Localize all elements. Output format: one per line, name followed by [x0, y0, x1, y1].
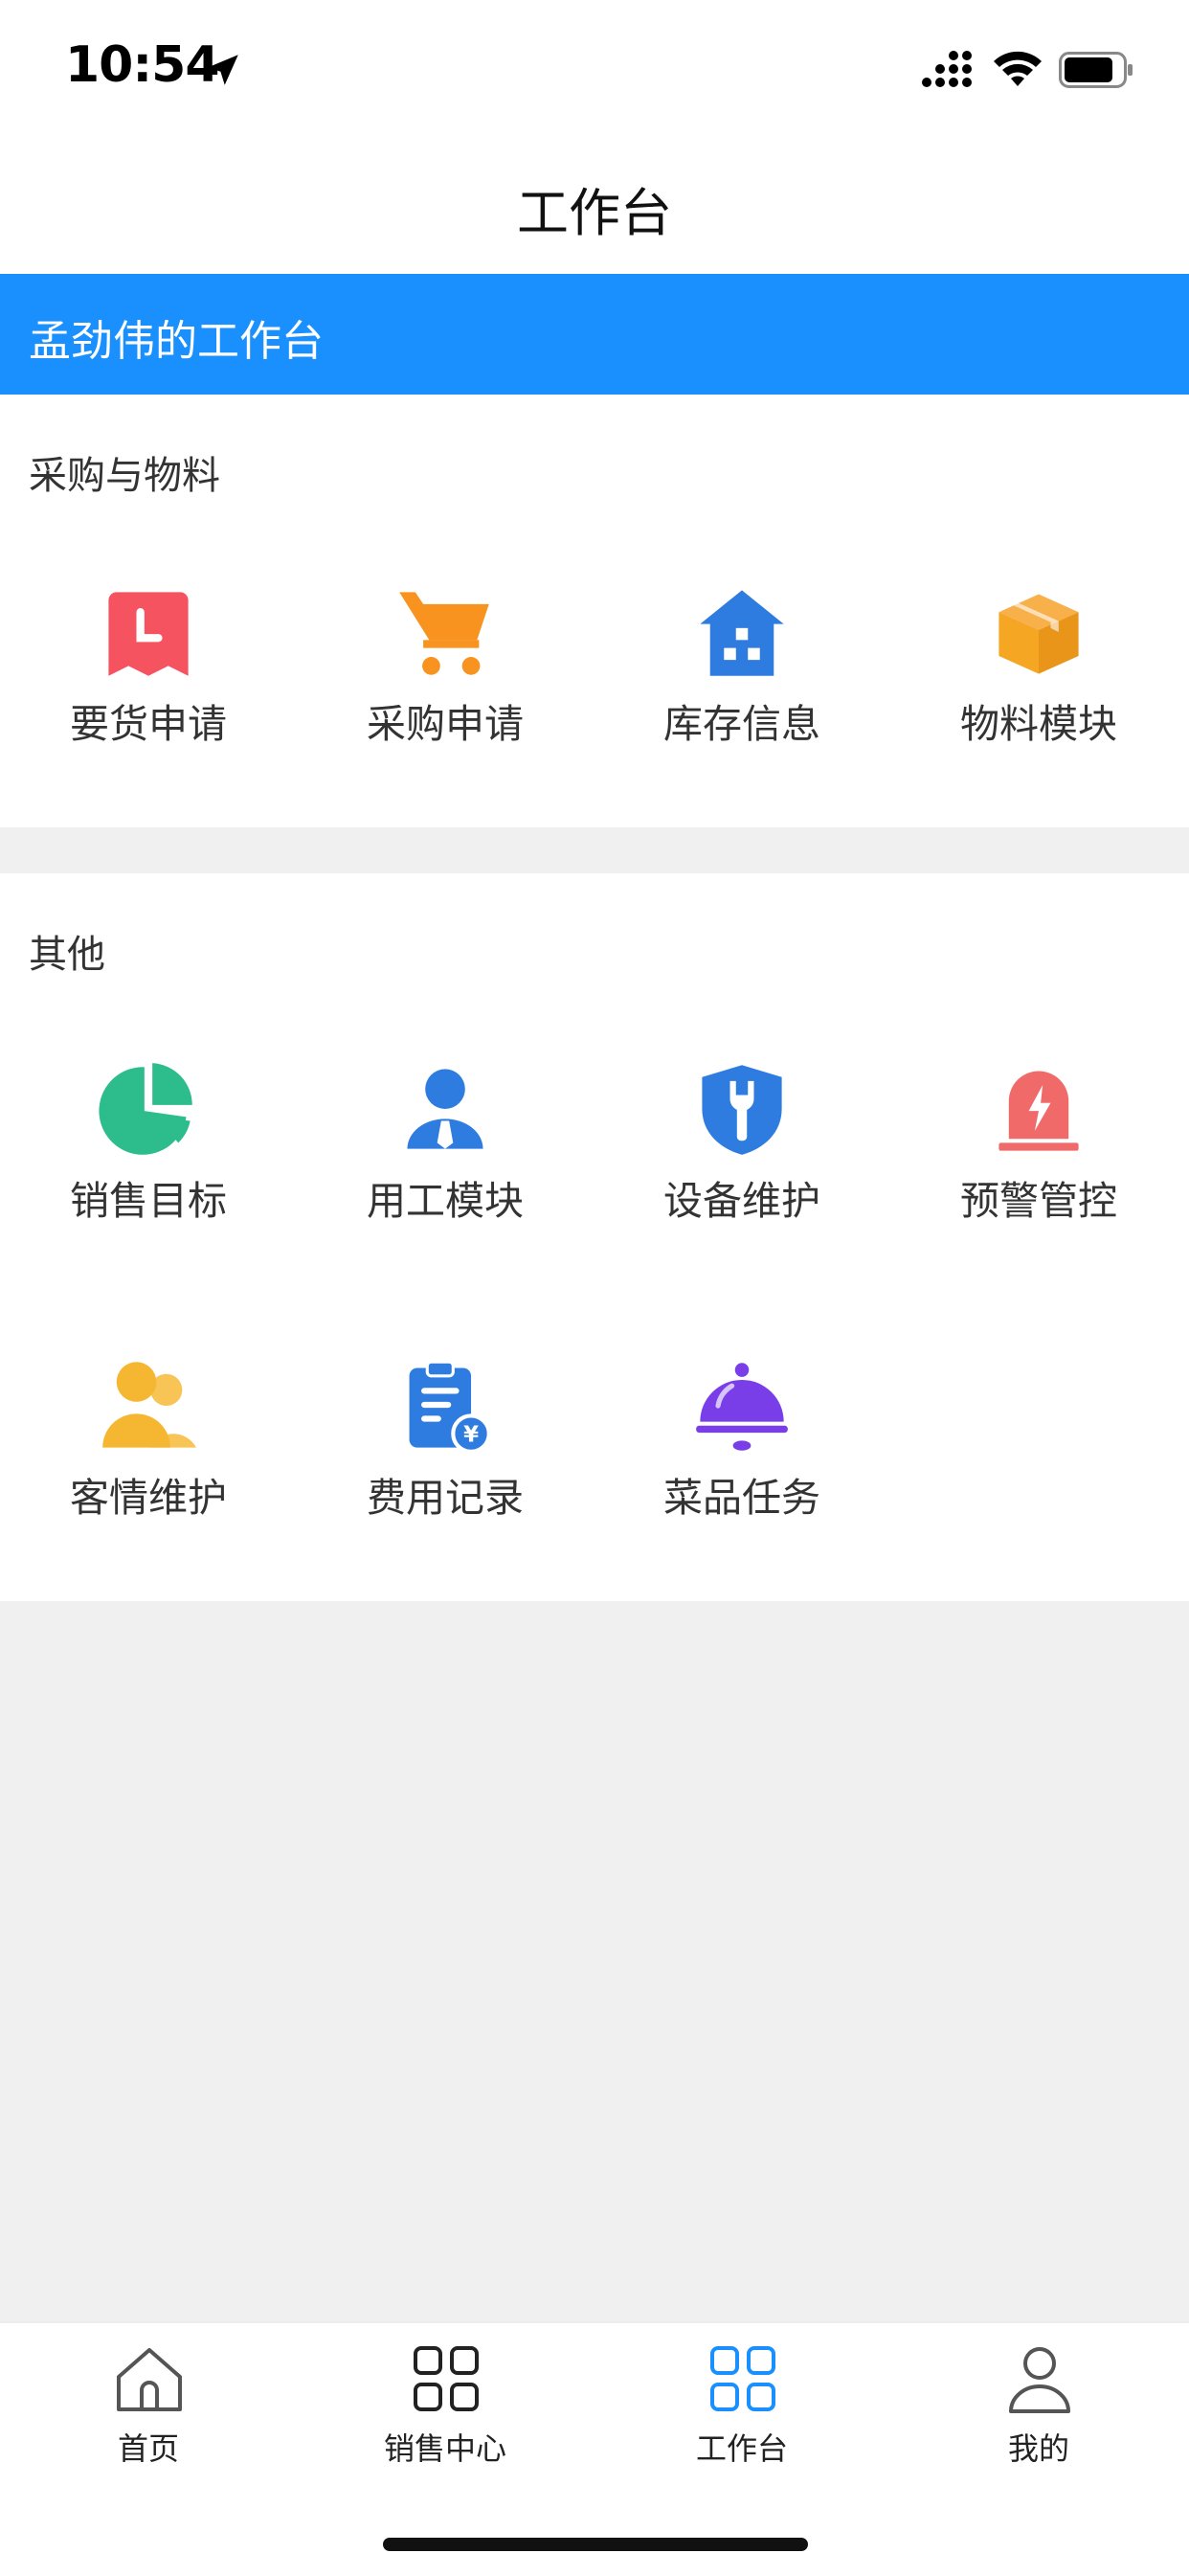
menu-item-label: 用工模块: [367, 1178, 524, 1224]
home-icon: [117, 2348, 182, 2411]
tab-sales-center[interactable]: 销售中心: [297, 2342, 594, 2476]
wifi-icon: [994, 51, 1042, 86]
grid-icon: [710, 2346, 775, 2411]
menu-item-materials[interactable]: 物料模块: [890, 582, 1187, 755]
menu-item-label: 要货申请: [70, 701, 227, 747]
battery-icon: [1059, 52, 1133, 88]
section-title: 其他: [29, 933, 105, 977]
worker-icon: [407, 1069, 483, 1149]
tab-workbench[interactable]: 工作台: [594, 2342, 890, 2476]
workbench-banner: 孟劲伟的工作台: [0, 274, 1189, 395]
bookmark-clock-icon: [108, 592, 189, 676]
menu-item-sales-target[interactable]: 销售目标: [0, 1059, 297, 1232]
home-indicator: [383, 2538, 808, 2551]
expense-clipboard-icon: ¥: [409, 1360, 491, 1454]
menu-item-label: 设备维护: [663, 1178, 820, 1224]
location-arrow-icon: [208, 55, 238, 85]
menu-item-label: 销售目标: [70, 1178, 227, 1224]
cellular-signal-icon: [922, 51, 972, 87]
customers-icon: [102, 1362, 196, 1448]
page-title: 工作台: [517, 183, 672, 243]
menu-item-alert-control[interactable]: 预警管控: [890, 1059, 1187, 1232]
status-time: 10:54: [65, 36, 220, 94]
section-purchase-materials: 采购与物料 要货申请 采购申请 库存信息 物料模块: [0, 395, 1189, 827]
tab-home[interactable]: 首页: [0, 2342, 297, 2476]
navigation-bar: 工作台: [0, 134, 1189, 274]
menu-item-label: 预警管控: [960, 1178, 1117, 1224]
menu-item-label: 费用记录: [367, 1475, 524, 1521]
user-icon: [1009, 2347, 1070, 2413]
menu-item-expense-record[interactable]: ¥ 费用记录: [297, 1356, 594, 1528]
menu-item-labor[interactable]: 用工模块: [297, 1059, 594, 1232]
menu-item-label: 库存信息: [663, 701, 820, 747]
section-other: 其他 销售目标 用工模块 设备维护 预警管控 客情维护 ¥ 费用记录 菜品任务: [0, 873, 1189, 1601]
menu-item-dish-tasks[interactable]: 菜品任务: [594, 1356, 890, 1528]
menu-item-label: 客情维护: [70, 1475, 227, 1521]
menu-item-inventory-info[interactable]: 库存信息: [594, 582, 890, 755]
shopping-cart-icon: [399, 592, 489, 675]
shield-wrench-icon: [702, 1065, 782, 1155]
menu-item-equipment-maintenance[interactable]: 设备维护: [594, 1059, 890, 1232]
section-title: 采购与物料: [29, 454, 220, 498]
alarm-light-icon: [998, 1071, 1079, 1151]
tab-label: 工作台: [695, 2430, 788, 2467]
menu-item-label: 菜品任务: [663, 1475, 820, 1521]
box-icon: [998, 594, 1079, 674]
menu-item-customer-relations[interactable]: 客情维护: [0, 1356, 297, 1528]
grid-icon: [414, 2346, 479, 2411]
food-cloche-icon: [696, 1363, 788, 1451]
svg-text:¥: ¥: [463, 1422, 479, 1447]
tab-label: 我的: [1007, 2430, 1069, 2467]
tab-label: 首页: [117, 2430, 179, 2467]
menu-item-label: 采购申请: [367, 701, 524, 747]
menu-item-purchase-request[interactable]: 采购申请: [297, 582, 594, 755]
pie-chart-icon: [99, 1063, 192, 1155]
menu-item-label: 物料模块: [960, 701, 1117, 747]
tab-profile[interactable]: 我的: [890, 2342, 1187, 2476]
banner-title: 孟劲伟的工作台: [29, 317, 324, 366]
tab-label: 销售中心: [383, 2430, 506, 2467]
status-bar: 10:54: [0, 0, 1189, 134]
warehouse-icon: [700, 590, 784, 676]
menu-item-stock-request[interactable]: 要货申请: [0, 582, 297, 755]
